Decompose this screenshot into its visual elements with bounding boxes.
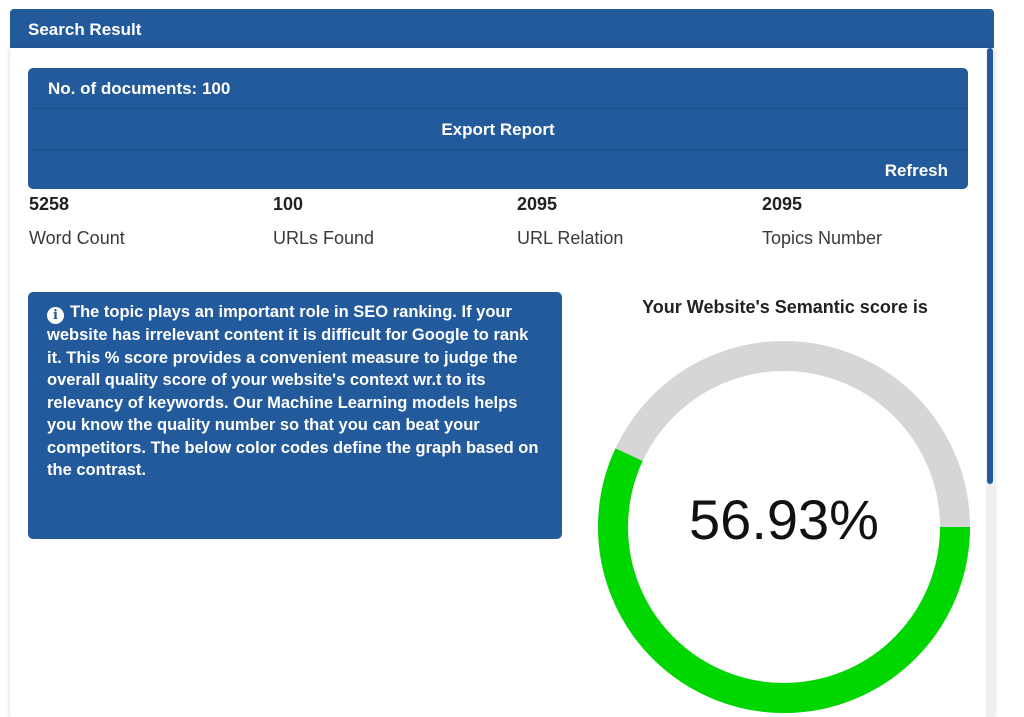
stat-label: Word Count [29, 228, 125, 248]
refresh-bar: Refresh [28, 149, 968, 189]
stat-label: URLs Found [273, 228, 375, 248]
documents-count-bar: No. of documents: 100 [28, 68, 968, 108]
stat-urls-found: 100 URLs Found [273, 190, 473, 250]
stat-label: Topics Number [762, 228, 883, 248]
stat-value: 2095 [517, 194, 558, 214]
info-circle-icon: i [47, 307, 64, 324]
search-result-header: Search Result [10, 9, 994, 48]
export-report-label: Export Report [441, 120, 555, 139]
scrollbar-thumb[interactable] [987, 48, 993, 484]
stat-value: 100 [273, 194, 304, 214]
stat-label: URL Relation [517, 228, 624, 248]
stat-value: 5258 [29, 194, 70, 214]
refresh-button[interactable]: Refresh [885, 161, 948, 180]
stat-value: 2095 [762, 194, 803, 214]
documents-count-label: No. of documents: 100 [48, 79, 231, 98]
semantic-info-box: i The topic plays an important role in SE… [28, 292, 562, 539]
info-text: The topic plays an important role in SEO… [47, 303, 539, 479]
stat-url-relation: 2095 URL Relation [517, 190, 717, 250]
semantic-score-title: Your Website's Semantic score is [642, 297, 928, 317]
panel-title: Search Result [28, 20, 142, 39]
stat-topics-number: 2095 Topics Number [762, 190, 962, 250]
stat-word-count: 5258 Word Count [29, 190, 229, 250]
export-report-button[interactable]: Export Report [28, 108, 968, 149]
semantic-score-value: 56.93% [689, 488, 879, 551]
